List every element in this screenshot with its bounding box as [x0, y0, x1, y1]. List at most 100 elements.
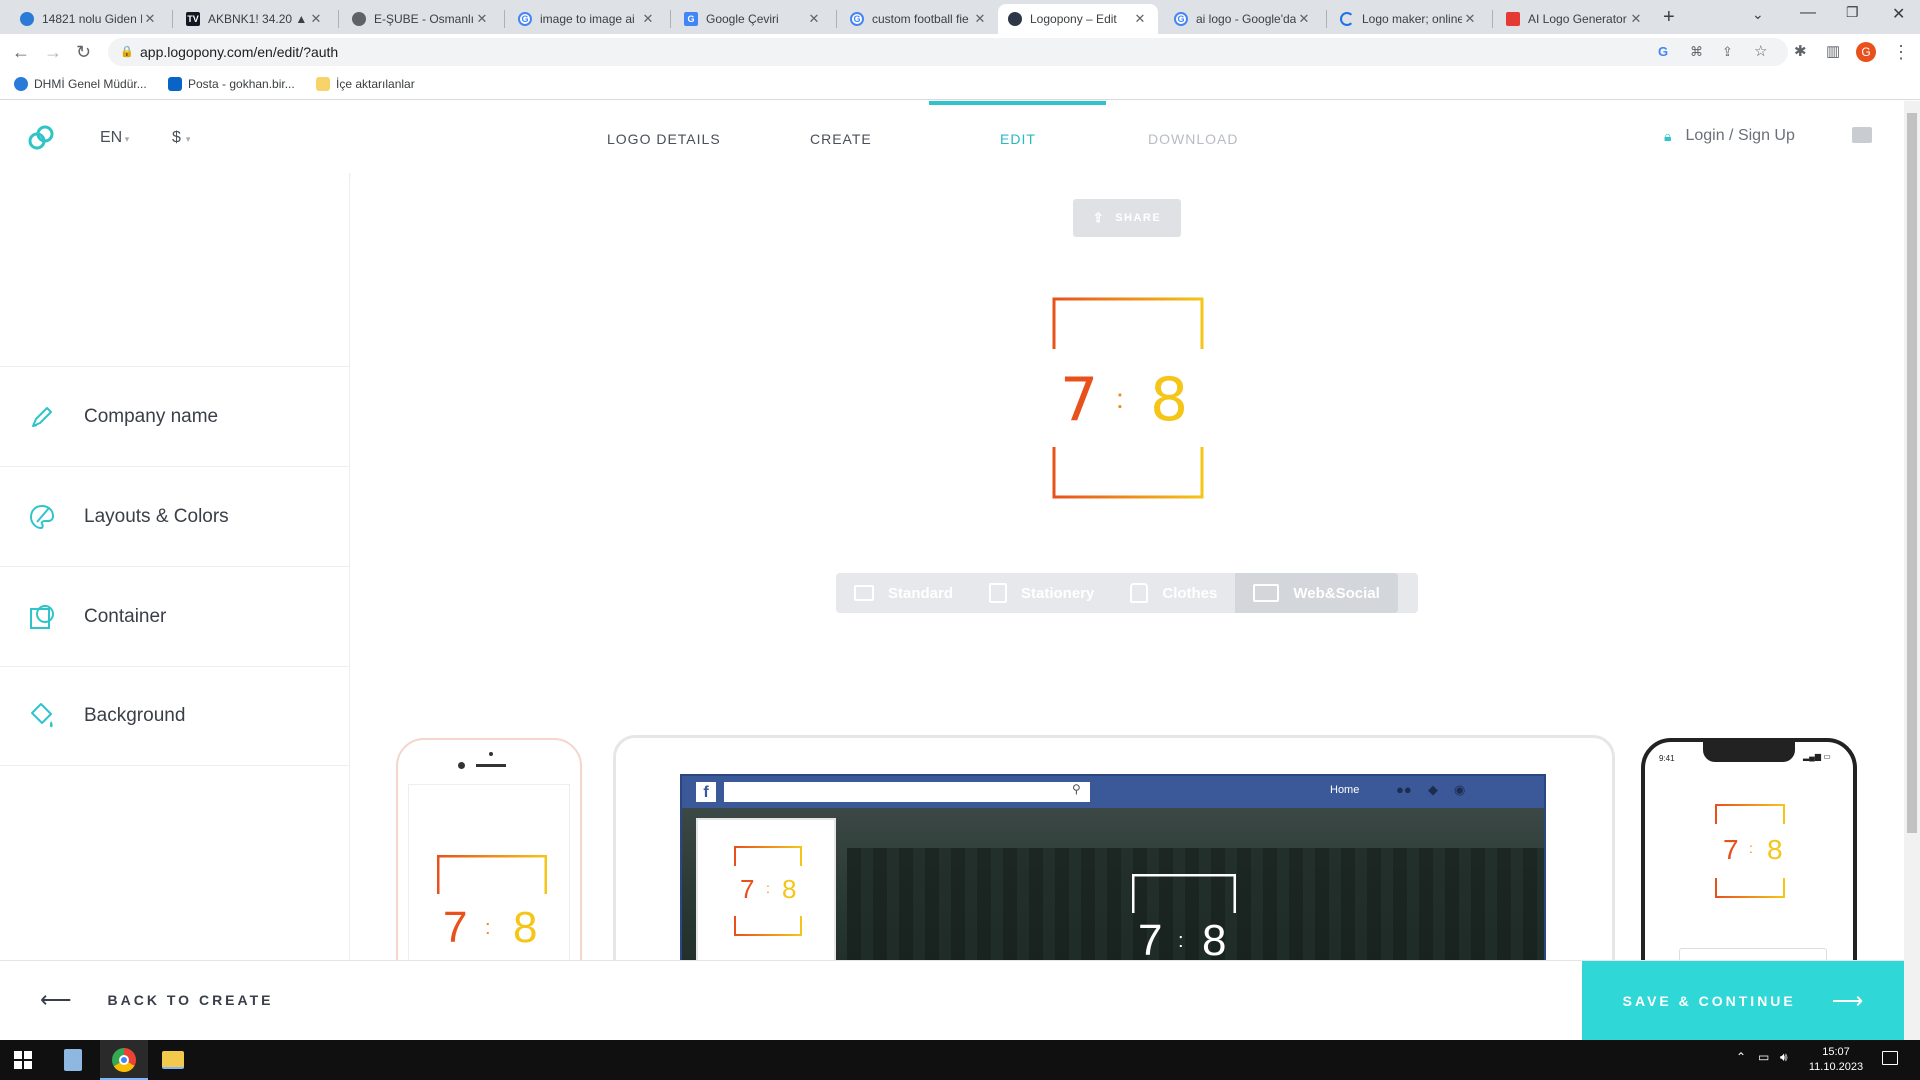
- windows-taskbar: ⌃ ▭ 🔊︎ 15:07 11.10.2023: [0, 1040, 1920, 1080]
- tab-standard[interactable]: Standard: [836, 573, 971, 613]
- scrollbar-thumb[interactable]: [1907, 113, 1917, 833]
- logo-text-right: 8: [782, 874, 797, 904]
- sidebar-item-background[interactable]: Background: [0, 666, 350, 766]
- monitor-icon: [854, 585, 874, 601]
- google-icon: G: [518, 12, 532, 26]
- tab-clothes[interactable]: Clothes: [1112, 573, 1235, 613]
- browser-tab[interactable]: TV AKBNK1! 34.20 ▲ + ✕: [176, 4, 334, 34]
- phone-input-field: [1679, 948, 1827, 960]
- editor-sidebar: Company name Layouts & Colors Container …: [0, 173, 350, 960]
- bookmark-item[interactable]: DHMİ Genel Müdür...: [14, 77, 147, 91]
- menu-kebab-icon[interactable]: ⋮: [1892, 42, 1910, 62]
- close-icon[interactable]: ✕: [640, 11, 656, 27]
- step-create[interactable]: CREATE: [810, 131, 872, 147]
- sidebar-item-company-name[interactable]: Company name: [0, 366, 350, 466]
- messages-icon: ◆: [1428, 782, 1438, 797]
- volume-icon[interactable]: 🔊︎: [1780, 1050, 1788, 1065]
- notepad-app-icon[interactable]: [64, 1049, 82, 1071]
- profile-avatar[interactable]: G: [1856, 42, 1876, 62]
- browser-tab[interactable]: Logo maker; online ✕: [1330, 4, 1488, 34]
- google-icon: G: [1174, 12, 1188, 26]
- browser-tab-active[interactable]: Logopony – Edit ✕: [998, 4, 1158, 34]
- bookmark-folder[interactable]: İçe aktarılanlar: [316, 77, 415, 91]
- login-link[interactable]: 🔒︎ Login / Sign Up: [1664, 127, 1795, 145]
- logo-separator: :: [1749, 840, 1753, 856]
- tab-search-icon[interactable]: ⌄: [1752, 6, 1764, 23]
- bookmark-label: İçe aktarılanlar: [336, 77, 415, 91]
- bookmark-star-icon[interactable]: ☆: [1754, 38, 1767, 66]
- step-logo-details[interactable]: LOGO DETAILS: [607, 131, 721, 147]
- extensions-icon[interactable]: ✱: [1794, 42, 1807, 62]
- phone-mockup-right: 9:41 ▂▄▆ ▭ 7 : 8: [1641, 738, 1857, 960]
- lock-icon: 🔒︎: [1664, 127, 1672, 144]
- browser-tab[interactable]: AI Logo Generator ✕: [1496, 4, 1654, 34]
- network-icon[interactable]: ▭: [1758, 1050, 1769, 1064]
- reload-icon[interactable]: ↻: [76, 42, 91, 62]
- back-to-create-button[interactable]: ⟵ BACK TO CREATE: [40, 987, 273, 1013]
- logo-preview[interactable]: 7 : 8: [1052, 297, 1204, 499]
- save-continue-button[interactable]: SAVE & CONTINUE ⟶: [1582, 961, 1904, 1041]
- currency-selector[interactable]: $ ▾: [172, 129, 190, 147]
- logo-frame-small: [437, 855, 547, 894]
- close-window-button[interactable]: ✕: [1892, 4, 1905, 24]
- container-icon: [30, 604, 54, 629]
- logo-text-left: 7: [443, 903, 468, 952]
- share-button[interactable]: ⇪ SHARE: [1073, 199, 1181, 237]
- restore-button[interactable]: ❐: [1846, 4, 1859, 21]
- sidebar-item-container[interactable]: Container: [0, 566, 350, 666]
- file-explorer-icon[interactable]: [162, 1051, 184, 1069]
- share-page-icon[interactable]: ⇪: [1722, 38, 1733, 66]
- chrome-app-icon[interactable]: [100, 1040, 148, 1080]
- logo-text-left: 7: [1138, 916, 1163, 960]
- tab-stationery[interactable]: Stationery: [971, 573, 1112, 613]
- tab-favicon: [1506, 12, 1520, 26]
- tab-web-social[interactable]: Web&Social: [1235, 573, 1398, 613]
- inbox-icon[interactable]: [1852, 127, 1872, 143]
- address-bar[interactable]: 🔒 app.logopony.com/en/edit/?auth G ⌘ ⇪ ☆: [108, 38, 1788, 66]
- language-selector[interactable]: EN ▾: [100, 129, 129, 147]
- arrow-left-icon: ⟵: [40, 987, 72, 1012]
- close-icon[interactable]: ✕: [972, 11, 988, 27]
- back-label: BACK TO CREATE: [107, 992, 274, 1008]
- facebook-page-mock: f ⚲ Home ●● ◆ ◉ 7 : 8 7 : 8: [680, 774, 1546, 960]
- close-icon[interactable]: ✕: [1628, 11, 1644, 27]
- browser-tab[interactable]: 14821 nolu Giden E ✕: [10, 4, 168, 34]
- close-icon[interactable]: ✕: [142, 11, 158, 27]
- browser-tab[interactable]: G Google Çeviri ✕: [674, 4, 832, 34]
- new-tab-button[interactable]: +: [1663, 6, 1675, 29]
- phone-screen: 7 : 8: [408, 784, 570, 960]
- google-lens-icon[interactable]: G: [1658, 38, 1668, 66]
- sidebar-item-label: Company name: [84, 405, 219, 427]
- windows-start-icon[interactable]: [14, 1051, 32, 1069]
- facebook-logo-icon: f: [696, 782, 716, 802]
- logo-separator: :: [1178, 930, 1184, 952]
- logo-text-left: 7: [1723, 834, 1739, 865]
- translate-icon[interactable]: ⌘: [1690, 38, 1703, 66]
- bookmarks-bar: DHMİ Genel Müdür... Posta - gokhan.bir..…: [0, 70, 1920, 100]
- browser-tab[interactable]: G custom football fie ✕: [840, 4, 998, 34]
- close-icon[interactable]: ✕: [806, 11, 822, 27]
- close-icon[interactable]: ✕: [474, 11, 490, 27]
- sidebar-item-layouts-colors[interactable]: Layouts & Colors: [0, 466, 350, 566]
- browser-tab[interactable]: G image to image ai ✕: [508, 4, 666, 34]
- tray-chevron-icon[interactable]: ⌃: [1736, 1050, 1746, 1064]
- close-icon[interactable]: ✕: [308, 11, 324, 27]
- clock[interactable]: 15:07 11.10.2023: [1806, 1045, 1866, 1075]
- close-icon[interactable]: ✕: [1296, 11, 1312, 27]
- browser-tab[interactable]: G ai logo - Google'da ✕: [1164, 4, 1322, 34]
- notifications-icon[interactable]: [1882, 1051, 1898, 1065]
- close-icon[interactable]: ✕: [1132, 11, 1148, 27]
- forward-arrow-icon[interactable]: →: [44, 42, 62, 62]
- bookmark-item[interactable]: Posta - gokhan.bir...: [168, 77, 295, 91]
- step-edit[interactable]: EDIT: [1000, 131, 1036, 147]
- sidepanel-icon[interactable]: ▥: [1826, 42, 1840, 62]
- page-scrollbar[interactable]: [1904, 101, 1920, 1040]
- phone-camera: [458, 762, 465, 769]
- tab-title: custom football fie: [872, 12, 969, 26]
- back-arrow-icon[interactable]: ←: [12, 42, 30, 62]
- url-text: app.logopony.com/en/edit/?auth: [140, 44, 339, 60]
- minimize-button[interactable]: —: [1800, 4, 1816, 22]
- browser-tab[interactable]: E-ŞUBE - Osmanlı M ✕: [342, 4, 500, 34]
- logopony-logo-icon[interactable]: [26, 123, 56, 153]
- close-icon[interactable]: ✕: [1462, 11, 1478, 27]
